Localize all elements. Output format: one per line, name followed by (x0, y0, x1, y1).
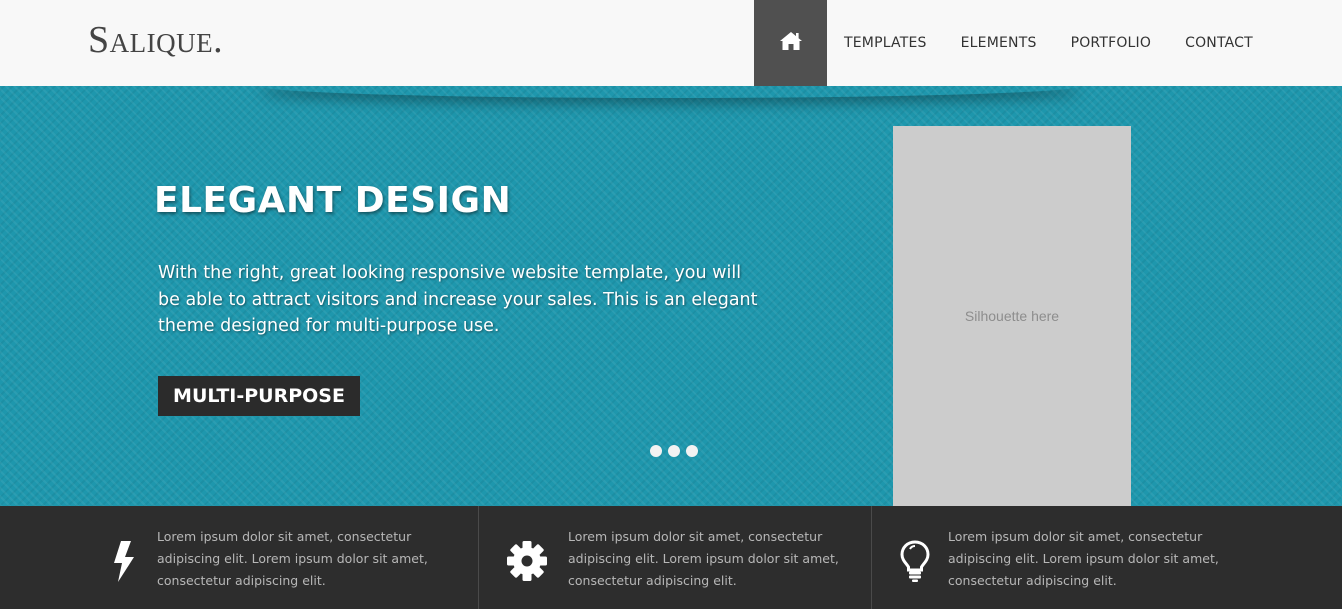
hero-description: With the right, great looking responsive… (158, 263, 758, 336)
feature-item: Lorem ipsum dolor sit amet, consectetur … (872, 506, 1342, 609)
feature-text: Lorem ipsum dolor sit amet, consectetur … (568, 529, 839, 588)
lightbulb-icon (895, 538, 935, 584)
feature-text: Lorem ipsum dolor sit amet, consectetur … (157, 529, 428, 588)
features-bar: Lorem ipsum dolor sit amet, consectetur … (0, 506, 1342, 609)
nav-home-button[interactable] (754, 0, 827, 86)
silhouette-label: Silhouette here (964, 308, 1060, 324)
feature-text: Lorem ipsum dolor sit amet, consectetur … (948, 529, 1219, 588)
feature-item: Lorem ipsum dolor sit amet, consectetur … (0, 506, 478, 609)
nav-item-templates[interactable]: TEMPLATES (827, 0, 944, 86)
silhouette-placeholder: Silhouette here (893, 126, 1131, 506)
gear-icon (507, 538, 547, 584)
home-icon (779, 31, 803, 55)
hero-title: ELEGANT DESIGN (154, 180, 512, 221)
slide-dot-2[interactable] (668, 445, 680, 457)
lightning-icon (104, 538, 144, 584)
site-logo[interactable]: Salique. (88, 20, 223, 60)
slide-dot-3[interactable] (686, 445, 698, 457)
nav-item-portfolio[interactable]: PORTFOLIO (1054, 0, 1169, 86)
multi-purpose-button[interactable]: MULTI-PURPOSE (158, 376, 360, 416)
slider-pagination (650, 445, 698, 457)
slide-dot-1[interactable] (650, 445, 662, 457)
header-drop-shadow (260, 86, 1080, 98)
site-header: Salique. TEMPLATES ELEMENTS PORTFOLIO CO… (0, 0, 1342, 86)
nav-item-contact[interactable]: CONTACT (1168, 0, 1270, 86)
main-nav: TEMPLATES ELEMENTS PORTFOLIO CONTACT (754, 0, 1270, 86)
hero-slider: ELEGANT DESIGN With the right, great loo… (0, 86, 1342, 506)
feature-item: Lorem ipsum dolor sit amet, consectetur … (479, 506, 871, 609)
nav-item-elements[interactable]: ELEMENTS (944, 0, 1054, 86)
